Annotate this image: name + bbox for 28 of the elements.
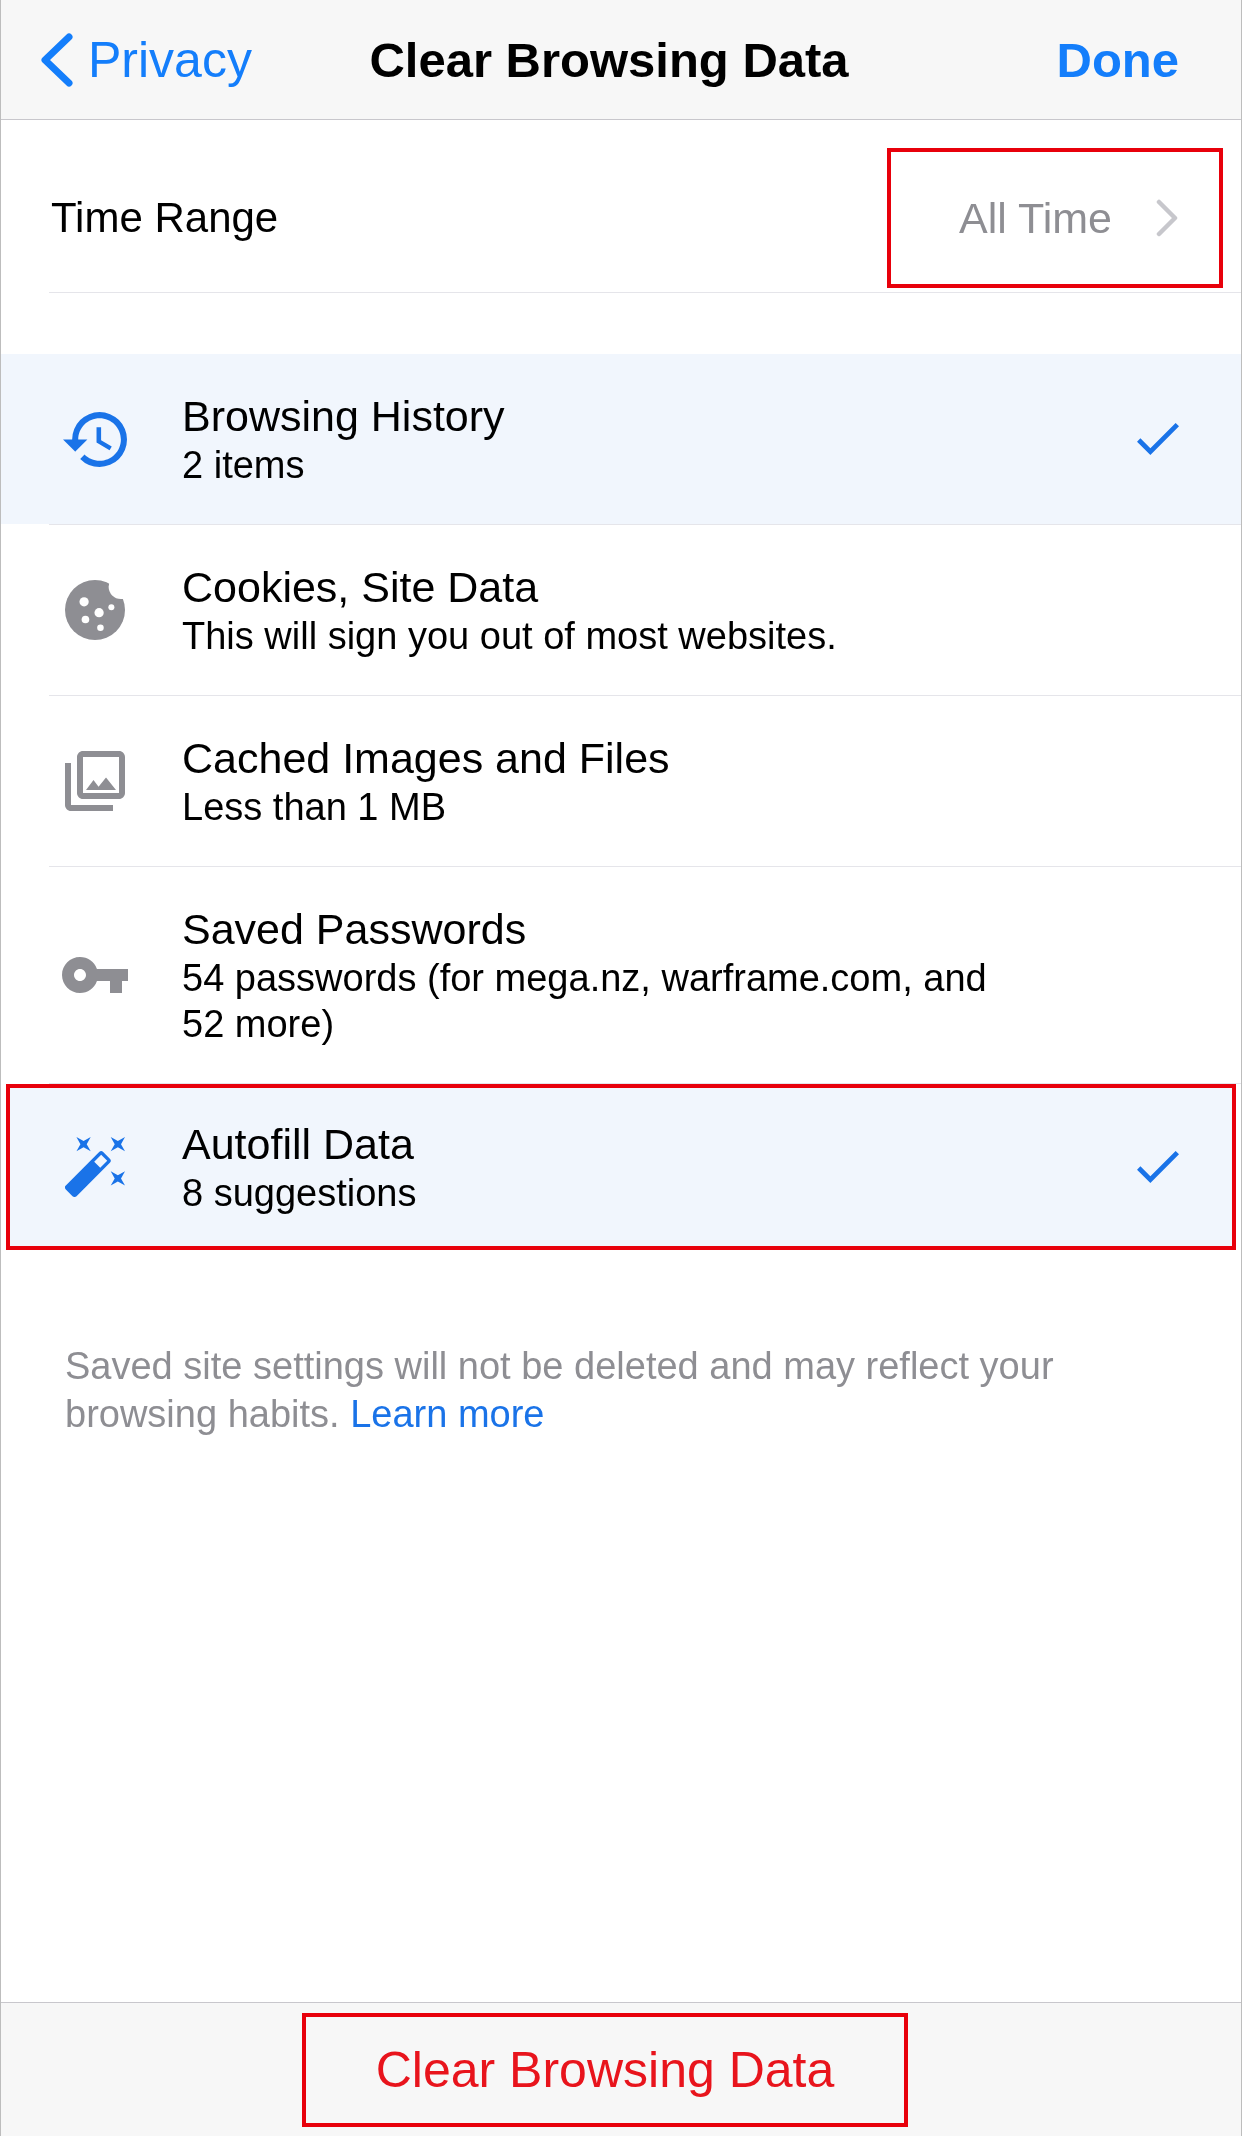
clear-browsing-data-button[interactable]: Clear Browsing Data [306, 2016, 904, 2123]
option-subtitle: Less than 1 MB [182, 785, 448, 830]
key-icon [62, 957, 128, 993]
footer-note: Saved site settings will not be deleted and may reflect your browsing habits. Learn more [64, 1344, 1055, 1437]
option-title: Saved Passwords [182, 904, 528, 955]
option-title: Cached Images and Files [182, 733, 671, 784]
cookie-icon [65, 580, 125, 640]
checkmark-icon [1137, 1151, 1179, 1183]
clear-option-row[interactable]: Browsing History 2 items [1, 354, 1241, 524]
option-subtitle: 54 passwords (for mega.nz, warframe.com, and 52 more) [182, 956, 988, 1047]
chevron-right-icon [1156, 199, 1179, 237]
time-range-label: Time Range [51, 193, 279, 243]
option-title: Autofill Data [182, 1119, 415, 1170]
option-title: Browsing History [182, 391, 506, 442]
learn-more-link[interactable]: Learn more [350, 1393, 545, 1435]
magic-wand-icon [65, 1137, 125, 1197]
option-subtitle: 8 suggestions [182, 1171, 418, 1216]
screen-title: Clear Browsing Data [369, 31, 849, 89]
option-subtitle: This will sign you out of most websites. [182, 614, 838, 659]
checkmark-icon [1137, 423, 1179, 455]
done-button[interactable]: Done [1056, 29, 1179, 90]
clear-option-row[interactable]: Autofill Data 8 suggestions [10, 1088, 1232, 1246]
history-icon [63, 411, 127, 467]
back-chevron-icon [39, 32, 74, 87]
image-stack-icon [65, 751, 125, 811]
option-subtitle: 2 items [182, 443, 306, 488]
option-title: Cookies, Site Data [182, 562, 540, 613]
back-button[interactable]: Privacy [39, 29, 252, 90]
